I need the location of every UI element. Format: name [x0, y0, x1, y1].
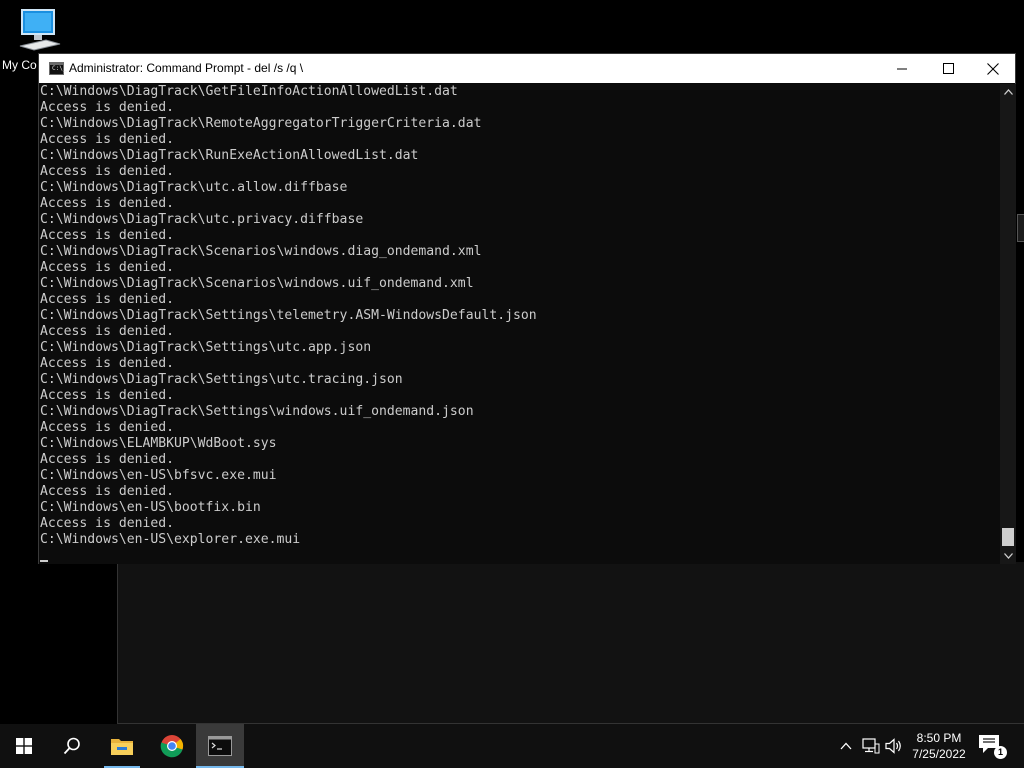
offscreen-window-edge: [1017, 214, 1024, 242]
show-hidden-icons-button[interactable]: [836, 736, 856, 756]
console-line: Access is denied.: [40, 228, 175, 243]
command-prompt-icon: [208, 736, 232, 756]
chrome-button[interactable]: [148, 724, 196, 768]
console-line: Access is denied.: [40, 292, 175, 307]
minimize-button[interactable]: [879, 54, 925, 83]
clock-date: 7/25/2022: [912, 747, 966, 761]
maximize-button[interactable]: [925, 54, 971, 83]
command-prompt-taskbar-button[interactable]: [196, 724, 244, 768]
console-line: Access is denied.: [40, 388, 175, 403]
action-center-button[interactable]: 1: [978, 734, 1007, 760]
console-line: Access is denied.: [40, 196, 175, 211]
notification-count-badge: 1: [994, 746, 1007, 759]
scroll-up-button[interactable]: [1000, 84, 1016, 100]
windows-logo-icon: [16, 738, 32, 754]
clock-time: 8:50 PM: [916, 731, 962, 745]
taskbar: 8:50 PM 7/25/2022 1: [0, 724, 1024, 768]
console-line: C:\Windows\DiagTrack\Scenarios\windows.d…: [40, 244, 482, 259]
console-line: C:\Windows\DiagTrack\utc.allow.diffbase: [40, 180, 348, 195]
folder-icon: [111, 739, 133, 755]
console-line: C:\Windows\DiagTrack\Scenarios\windows.u…: [40, 276, 474, 291]
chrome-icon: [160, 735, 184, 758]
computer-icon: [19, 9, 61, 51]
chevron-up-icon: [1003, 89, 1013, 95]
console-line: C:\Windows\en-US\bootfix.bin: [40, 500, 261, 515]
close-icon: [987, 62, 999, 75]
scrollbar-thumb[interactable]: [1002, 528, 1014, 546]
console-line: Access is denied.: [40, 516, 175, 531]
chevron-down-icon: [1003, 553, 1013, 559]
window-titlebar[interactable]: C:\_ Administrator: Command Prompt - del…: [39, 54, 1015, 83]
start-button[interactable]: [0, 724, 48, 768]
scroll-down-button[interactable]: [1000, 548, 1016, 564]
text-cursor: [40, 560, 48, 562]
search-icon: [63, 737, 80, 755]
search-button[interactable]: [48, 724, 96, 768]
console-line: C:\Windows\DiagTrack\GetFileInfoActionAl…: [40, 84, 458, 99]
console-line: C:\Windows\DiagTrack\Settings\utc.tracin…: [40, 372, 403, 387]
console-line: Access is denied.: [40, 260, 175, 275]
console-line: Access is denied.: [40, 132, 175, 147]
console-output[interactable]: C:\Windows\DiagTrack\GetFileInfoActionAl…: [39, 84, 1000, 564]
console-line: C:\Windows\DiagTrack\Settings\windows.ui…: [40, 404, 474, 419]
console-line: C:\Windows\DiagTrack\utc.privacy.diffbas…: [40, 212, 364, 227]
window-title: Administrator: Command Prompt - del /s /…: [69, 61, 304, 75]
vertical-scrollbar[interactable]: [1000, 84, 1016, 564]
console-line: C:\Windows\DiagTrack\RunExeActionAllowed…: [40, 148, 419, 163]
console-line: C:\Windows\ELAMBKUP\WdBoot.sys: [40, 436, 277, 451]
chevron-up-icon: [840, 742, 852, 750]
console-line: C:\Windows\en-US\bfsvc.exe.mui: [40, 468, 277, 483]
taskbar-clock[interactable]: 8:50 PM 7/25/2022: [906, 730, 972, 762]
console-line: Access is denied.: [40, 324, 175, 339]
close-button[interactable]: [970, 54, 1016, 83]
maximize-icon: [942, 63, 954, 74]
background-window: [117, 562, 1024, 724]
speaker-icon: [885, 738, 901, 754]
console-line: Access is denied.: [40, 356, 175, 371]
network-icon: [862, 738, 880, 754]
console-line: Access is denied.: [40, 420, 175, 435]
minimize-icon: [897, 68, 907, 69]
console-line: Access is denied.: [40, 484, 175, 499]
console-line: C:\Windows\DiagTrack\Settings\telemetry.…: [40, 308, 537, 323]
console-line: Access is denied.: [40, 100, 175, 115]
console-line: C:\Windows\en-US\explorer.exe.mui: [40, 532, 301, 547]
cmd-app-icon[interactable]: C:\_: [49, 62, 66, 75]
network-button[interactable]: [861, 736, 881, 756]
console-line: C:\Windows\DiagTrack\RemoteAggregatorTri…: [40, 116, 482, 131]
command-prompt-window[interactable]: C:\_ Administrator: Command Prompt - del…: [38, 53, 1016, 564]
console-lines: C:\Windows\DiagTrack\GetFileInfoActionAl…: [40, 84, 537, 548]
console-line: Access is denied.: [40, 164, 175, 179]
console-line: Access is denied.: [40, 452, 175, 467]
volume-button[interactable]: [884, 736, 904, 756]
console-line: C:\Windows\DiagTrack\Settings\utc.app.js…: [40, 340, 372, 355]
file-explorer-button[interactable]: [98, 724, 146, 768]
